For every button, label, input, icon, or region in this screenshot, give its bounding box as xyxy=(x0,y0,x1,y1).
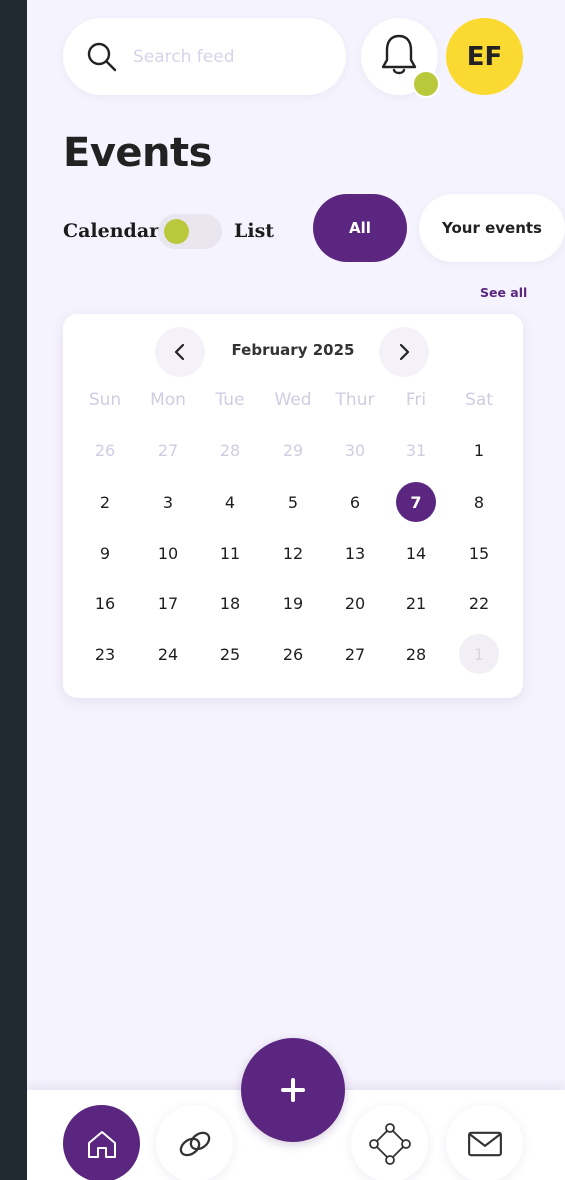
calendar-day[interactable]: 27 xyxy=(148,430,188,470)
calendar-day[interactable]: 16 xyxy=(85,583,125,623)
calendar-day[interactable]: 26 xyxy=(85,430,125,470)
nav-messages-button[interactable] xyxy=(446,1105,523,1180)
link-icon xyxy=(179,1131,210,1156)
filter-your-events-button[interactable]: Your events xyxy=(419,194,565,262)
calendar-day[interactable]: 25 xyxy=(210,634,250,674)
calendar-day[interactable]: 21 xyxy=(396,583,436,623)
calendar-day[interactable]: 12 xyxy=(273,533,313,573)
calendar-day[interactable]: 1 xyxy=(459,634,499,674)
search-input[interactable] xyxy=(131,44,335,70)
add-icon xyxy=(281,1078,305,1102)
search-icon xyxy=(87,42,117,72)
calendar-day[interactable]: 28 xyxy=(210,430,250,470)
calendar-day[interactable]: 10 xyxy=(148,533,188,573)
calendar-day[interactable]: 19 xyxy=(273,583,313,623)
calendar-day[interactable]: 5 xyxy=(273,482,313,522)
calendar-card: February 2025 Sun Mon Tue Wed Thur Fri Sat 26 27… xyxy=(63,314,523,698)
calendar-day[interactable]: 13 xyxy=(335,533,375,573)
calendar-day[interactable]: 1 xyxy=(459,430,499,470)
weekday-label: Sat xyxy=(465,390,493,410)
chevron-right-icon xyxy=(399,343,410,361)
weekday-label: Tue xyxy=(215,390,245,410)
calendar-day[interactable]: 29 xyxy=(273,430,313,470)
nav-home-button[interactable] xyxy=(63,1105,140,1180)
calendar-day[interactable]: 22 xyxy=(459,583,499,623)
calendar-day[interactable]: 4 xyxy=(210,482,250,522)
calendar-day[interactable]: 15 xyxy=(459,533,499,573)
calendar-day[interactable]: 23 xyxy=(85,634,125,674)
bell-icon xyxy=(381,34,417,75)
calendar-day[interactable]: 2 xyxy=(85,482,125,522)
calendar-day[interactable]: 30 xyxy=(335,430,375,470)
create-button[interactable] xyxy=(241,1038,345,1142)
calendar-day[interactable]: 24 xyxy=(148,634,188,674)
calendar-day[interactable]: 8 xyxy=(459,482,499,522)
weekday-label: Thur xyxy=(335,390,375,410)
filter-all-button[interactable]: All xyxy=(313,194,407,262)
notification-status-dot xyxy=(412,70,440,98)
network-icon xyxy=(368,1122,411,1165)
calendar-day[interactable]: 9 xyxy=(85,533,125,573)
avatar[interactable]: EF xyxy=(446,18,523,95)
list-view-label: List xyxy=(234,220,275,242)
next-month-button[interactable] xyxy=(379,327,429,377)
calendar-day[interactable]: 18 xyxy=(210,583,250,623)
nav-network-button[interactable] xyxy=(351,1105,428,1180)
mail-icon xyxy=(467,1131,502,1156)
weekday-label: Sun xyxy=(88,390,122,410)
calendar-day[interactable]: 3 xyxy=(148,482,188,522)
toggle-knob xyxy=(164,219,189,244)
weekday-label: Mon xyxy=(150,390,186,410)
calendar-view-label: Calendar xyxy=(63,220,160,242)
calendar-day[interactable]: 11 xyxy=(210,533,250,573)
weekday-label: Wed xyxy=(274,390,312,410)
calendar-day[interactable]: 27 xyxy=(335,634,375,674)
search-bar[interactable] xyxy=(63,18,346,95)
calendar-day[interactable]: 6 xyxy=(335,482,375,522)
calendar-day[interactable]: 20 xyxy=(335,583,375,623)
calendar-day[interactable]: 17 xyxy=(148,583,188,623)
see-all-link[interactable]: See all xyxy=(480,285,527,300)
calendar-day[interactable]: 31 xyxy=(396,430,436,470)
calendar-day[interactable]: 28 xyxy=(396,634,436,674)
calendar-day-selected[interactable]: 7 xyxy=(396,482,436,522)
weekday-label: Fri xyxy=(405,390,427,410)
app-screen: EF Events Calendar List All Your events … xyxy=(27,0,565,1180)
page-title: Events xyxy=(63,130,212,176)
nav-connections-button[interactable] xyxy=(156,1105,233,1180)
calendar-day[interactable]: 26 xyxy=(273,634,313,674)
calendar-day[interactable]: 14 xyxy=(396,533,436,573)
month-label: February 2025 xyxy=(231,341,355,359)
view-toggle-switch[interactable] xyxy=(158,214,222,249)
home-icon xyxy=(87,1130,116,1158)
